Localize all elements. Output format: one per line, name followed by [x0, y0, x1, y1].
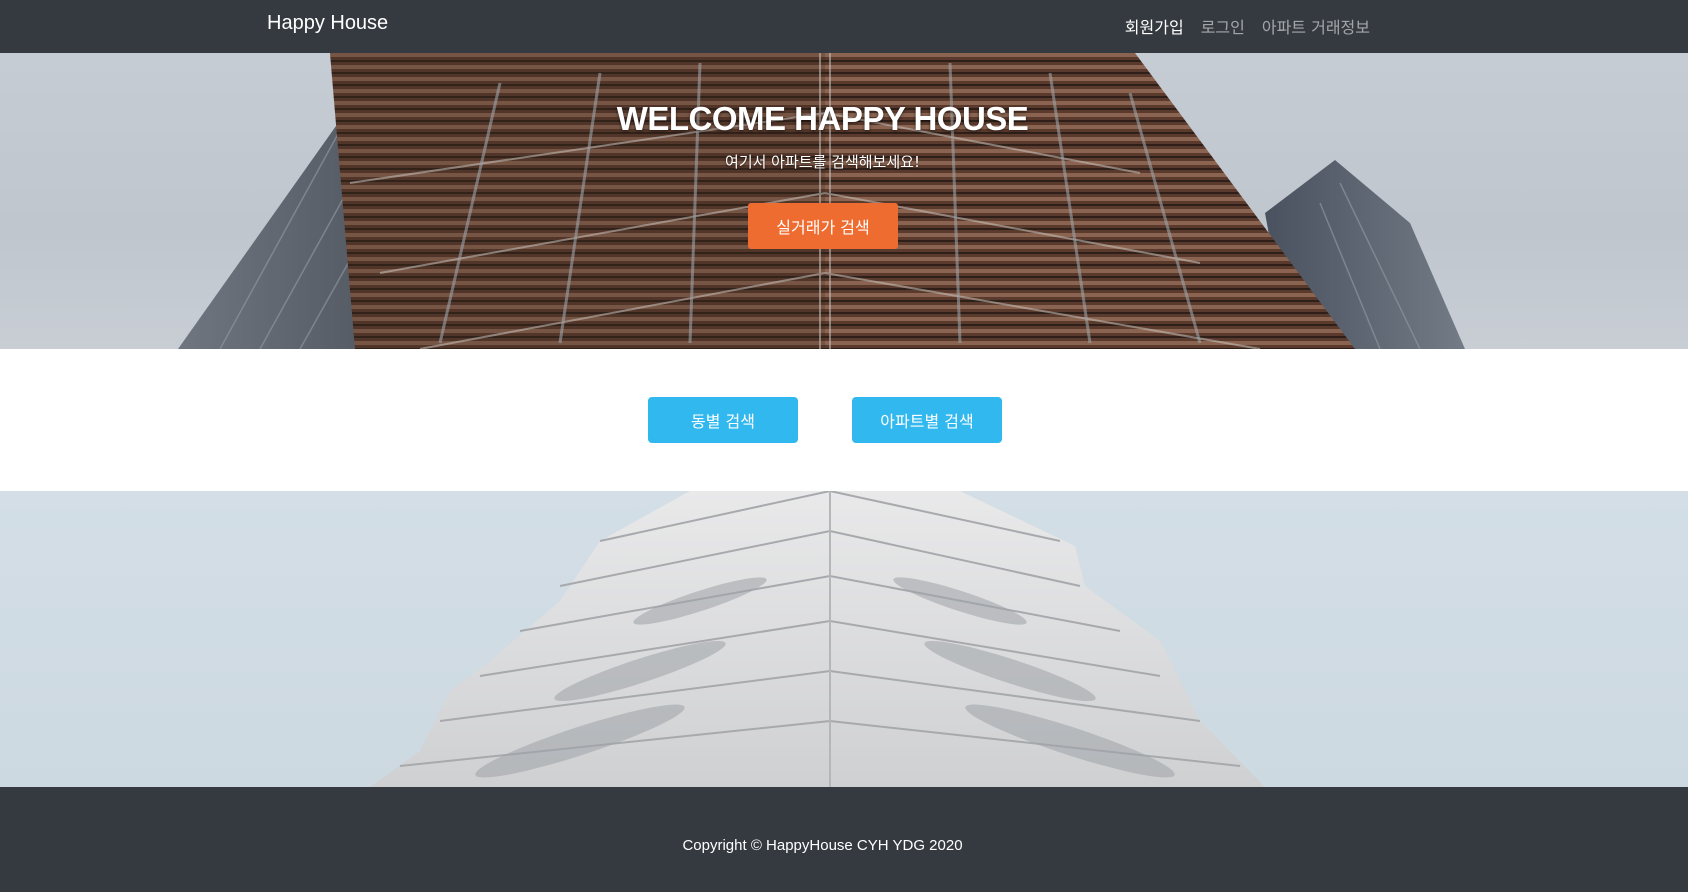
hero-banner: WELCOME HAPPY HOUSE 여기서 아파트를 검색해보세요! 실거래…	[0, 53, 1688, 349]
hero-title: WELCOME HAPPY HOUSE	[616, 100, 1029, 137]
white-building-image	[370, 491, 1265, 787]
building-image-section	[0, 491, 1688, 787]
hero-building-image	[178, 53, 1465, 349]
nav-links: 회원가입 로그인 아파트 거래정보	[1125, 14, 1370, 38]
brand-link[interactable]: Happy House	[267, 12, 388, 35]
navbar: Happy House 회원가입 로그인 아파트 거래정보	[0, 0, 1688, 53]
copyright-text: Copyright © HappyHouse CYH YDG 2020	[682, 837, 963, 854]
nav-login-link[interactable]: 로그인	[1201, 14, 1245, 38]
nav-apt-deal-info-link[interactable]: 아파트 거래정보	[1262, 14, 1370, 38]
footer: Copyright © HappyHouse CYH YDG 2020	[0, 787, 1688, 892]
dong-search-button[interactable]: 동별 검색	[648, 397, 798, 443]
search-options-section: 동별 검색 아파트별 검색	[0, 349, 1688, 491]
hero-subtitle: 여기서 아파트를 검색해보세요!	[725, 153, 920, 171]
apt-search-button[interactable]: 아파트별 검색	[852, 397, 1002, 443]
nav-signup-link[interactable]: 회원가입	[1125, 14, 1184, 38]
price-search-button[interactable]: 실거래가 검색	[748, 203, 898, 249]
